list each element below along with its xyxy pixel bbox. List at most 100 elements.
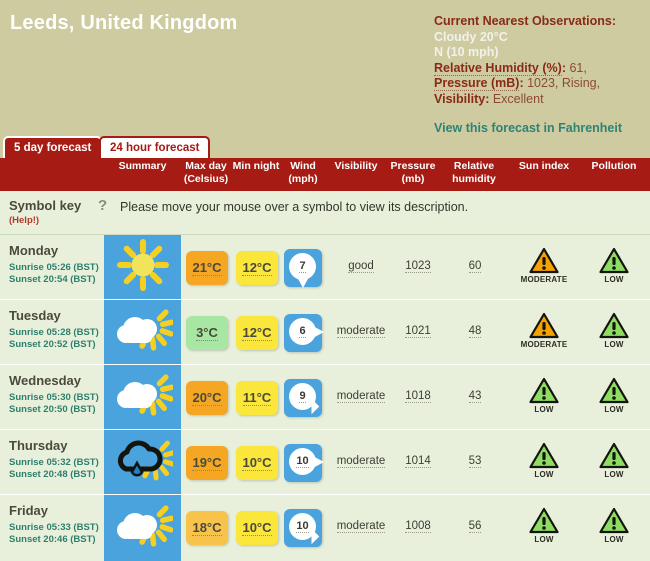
- pollution-indicator[interactable]: LOW: [584, 377, 644, 414]
- column-header-label: Sun index: [518, 160, 570, 172]
- pressure-value: 1018: [405, 390, 431, 403]
- max-day-temperature[interactable]: 3°C: [186, 316, 228, 350]
- humidity-value: 48: [468, 325, 482, 338]
- max-day-temperature[interactable]: 20°C: [186, 381, 228, 415]
- summary-cell[interactable]: [104, 300, 181, 364]
- day-name: Thursday: [9, 438, 68, 453]
- forecast-tabs: 5 day forecast 24 hour forecast: [0, 136, 650, 158]
- wind-speed-bubble: 9: [289, 383, 316, 410]
- sun-index-indicator[interactable]: LOW: [514, 377, 574, 414]
- wind-indicator[interactable]: 7: [284, 249, 322, 288]
- pollution-indicator[interactable]: LOW: [584, 312, 644, 349]
- max-day-value: 20°C: [192, 390, 222, 406]
- sunrise-time: Sunrise 05:32 (BST): [9, 457, 99, 468]
- sun-index-label: LOW: [534, 405, 554, 414]
- sun-index-indicator[interactable]: MODERATE: [514, 312, 574, 349]
- sunny-icon: [116, 238, 170, 297]
- forecast-row: Wednesday Sunrise 05:30 (BST) Sunset 20:…: [0, 365, 650, 430]
- pollution-indicator[interactable]: LOW: [584, 442, 644, 479]
- pressure-cell: 1014: [392, 455, 444, 468]
- day-cell: Wednesday Sunrise 05:30 (BST) Sunset 20:…: [0, 365, 104, 429]
- view-in-fahrenheit-link[interactable]: View this forecast in Fahrenheit: [434, 121, 622, 135]
- forecast-row: Monday Sunrise 05:26 (BST) Sunset 20:54 …: [0, 235, 650, 300]
- min-night-temperature[interactable]: 10°C: [236, 446, 278, 480]
- column-header-pollution: Pollution: [579, 160, 649, 173]
- observations-conditions: Cloudy 20°C: [434, 29, 508, 44]
- wind-indicator[interactable]: 10: [284, 444, 324, 482]
- max-day-value: 21°C: [192, 260, 222, 276]
- sun-index-label: LOW: [534, 470, 554, 479]
- pollution-indicator[interactable]: LOW: [584, 507, 644, 544]
- visibility-value: moderate: [336, 520, 386, 533]
- wind-speed-bubble: 6: [289, 318, 316, 345]
- tab-24-hour-forecast[interactable]: 24 hour forecast: [99, 136, 211, 158]
- day-cell: Friday Sunrise 05:33 (BST) Sunset 20:46 …: [0, 495, 104, 561]
- pollution-label: LOW: [604, 275, 624, 284]
- sunny-intervals-icon: [113, 368, 174, 427]
- wind-indicator[interactable]: 6: [284, 314, 324, 352]
- observations-pressure-value: 1023, Rising,: [527, 76, 601, 91]
- day-cell: Tuesday Sunrise 05:28 (BST) Sunset 20:52…: [0, 300, 104, 364]
- summary-cell[interactable]: [104, 495, 181, 561]
- summary-cell[interactable]: [104, 430, 181, 494]
- sunset-time: Sunset 20:52 (BST): [9, 338, 96, 350]
- min-night-temperature[interactable]: 12°C: [236, 251, 278, 285]
- summary-cell[interactable]: [104, 365, 181, 429]
- wind-speed-value: 10: [296, 520, 309, 533]
- column-header-label: Summary: [118, 160, 167, 172]
- symbol-key-help-link[interactable]: (Help!): [9, 215, 39, 226]
- page-banner: Leeds, United Kingdom Current Nearest Ob…: [0, 0, 650, 136]
- sun-index-indicator[interactable]: LOW: [514, 442, 574, 479]
- observations-visibility-label: Visibility: [434, 91, 486, 106]
- humidity-cell: 56: [444, 520, 506, 533]
- sunset-time: Sunset 20:48 (BST): [9, 468, 96, 480]
- pollution-indicator[interactable]: LOW: [584, 247, 644, 284]
- pollution-label: LOW: [604, 340, 624, 349]
- min-night-temperature[interactable]: 12°C: [236, 316, 278, 350]
- wind-speed-bubble: 10: [289, 448, 316, 475]
- min-night-value: 10°C: [242, 455, 272, 471]
- column-header-label: Min night: [232, 160, 280, 172]
- wind-speed-bubble: 10: [289, 513, 316, 540]
- tab-5-day-forecast[interactable]: 5 day forecast: [3, 136, 103, 158]
- sun-index-indicator[interactable]: MODERATE: [514, 247, 574, 284]
- pressure-cell: 1023: [392, 260, 444, 273]
- sun-index-indicator[interactable]: LOW: [514, 507, 574, 544]
- observations-wind: N (10 mph): [434, 45, 499, 60]
- column-header-label: Wind: [290, 160, 316, 172]
- column-header-sublabel: (Celsius): [183, 172, 229, 185]
- column-header-row: Summary Max day (Celsius) Min night Wind (mph…: [0, 158, 650, 191]
- column-header-visibility: Visibility: [325, 160, 387, 173]
- pollution-label: LOW: [604, 535, 624, 544]
- sunrise-time: Sunrise 05:28 (BST): [9, 327, 99, 338]
- wind-indicator[interactable]: 9: [284, 379, 322, 417]
- max-day-temperature[interactable]: 21°C: [186, 251, 228, 285]
- sunset-time: Sunset 20:54 (BST): [9, 273, 96, 285]
- sunset-time: Sunset 20:50 (BST): [9, 403, 96, 415]
- day-cell: Thursday Sunrise 05:32 (BST) Sunset 20:4…: [0, 430, 104, 494]
- column-header-relative: Relative humidity: [439, 160, 509, 185]
- observations-heading: Current Nearest Observations: [434, 14, 612, 28]
- max-day-temperature[interactable]: 19°C: [186, 446, 228, 480]
- forecast-rows: Monday Sunrise 05:26 (BST) Sunset 20:54 …: [0, 235, 650, 561]
- pressure-cell: 1021: [392, 325, 444, 338]
- summary-cell[interactable]: [104, 235, 181, 299]
- sunrise-time: Sunrise 05:33 (BST): [9, 522, 99, 533]
- symbol-key-bar: Symbol key (Help!) ? Please move your mo…: [0, 191, 650, 235]
- pressure-cell: 1008: [392, 520, 444, 533]
- humidity-cell: 53: [444, 455, 506, 468]
- humidity-cell: 60: [444, 260, 506, 273]
- min-night-temperature[interactable]: 11°C: [236, 381, 278, 415]
- min-night-value: 12°C: [242, 260, 272, 276]
- min-night-temperature[interactable]: 10°C: [236, 511, 278, 545]
- pressure-value: 1008: [405, 520, 431, 533]
- visibility-value: good: [348, 260, 374, 273]
- max-day-temperature[interactable]: 18°C: [186, 511, 228, 545]
- question-mark-icon[interactable]: ?: [98, 197, 107, 214]
- pressure-value: 1023: [405, 260, 431, 273]
- sunny-intervals-icon: [113, 499, 174, 558]
- wind-speed-value: 7: [299, 260, 306, 273]
- wind-indicator[interactable]: 10: [284, 509, 322, 547]
- column-header-label: Pressure: [390, 160, 436, 172]
- sunny-intervals-icon: [113, 303, 174, 362]
